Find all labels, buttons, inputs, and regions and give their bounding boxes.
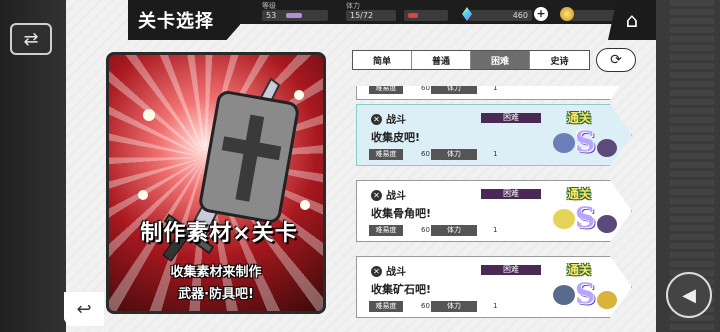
banner-subtitle-1: 收集素材来制作 bbox=[170, 265, 262, 280]
stamina-value: 15/72 bbox=[346, 10, 396, 21]
stamina-tag: 体力 bbox=[431, 301, 477, 312]
top-status-bar: 等级 53 体力 15/72 460 + 368,941 bbox=[240, 0, 656, 24]
crossed-swords-icon: ✕ bbox=[371, 190, 382, 201]
stage-name: 收集骨角吧! bbox=[371, 207, 432, 220]
plus-icon[interactable]: + bbox=[534, 7, 548, 21]
stamina-tag: 体力 bbox=[431, 149, 477, 160]
stage-type: 战斗 bbox=[386, 115, 406, 126]
stamina-tag: 体力 bbox=[431, 225, 477, 236]
loot-icon bbox=[597, 139, 617, 157]
stage-name: 收集矿石吧! bbox=[371, 283, 432, 296]
tab-normal[interactable]: 普通 bbox=[412, 51, 471, 69]
exp-stat bbox=[404, 1, 450, 23]
loot-icon bbox=[553, 285, 575, 305]
gem-value: 460 bbox=[468, 10, 532, 21]
difficulty-tag: 难易度 bbox=[369, 225, 403, 236]
stage-difficulty-badge: 困难 bbox=[481, 113, 541, 123]
level-exp-bar bbox=[286, 13, 302, 18]
stage-list: 难易度 60 体力 1 ✕ 战斗 困难 收集皮吧! 难易度 60 体力 1 通关… bbox=[350, 86, 636, 326]
list-item[interactable]: ✕ 战斗 困难 收集骨角吧! 难易度 60 体力 1 通关 S bbox=[356, 180, 632, 242]
loot-icon bbox=[553, 133, 575, 153]
page-title: 关卡选择 bbox=[128, 0, 240, 40]
difficulty-tag: 难易度 bbox=[369, 301, 403, 312]
stage-name: 收集皮吧! bbox=[371, 131, 421, 144]
stage-type: 战斗 bbox=[386, 191, 406, 202]
loot-icon bbox=[597, 291, 617, 309]
tab-epic[interactable]: 史诗 bbox=[530, 51, 589, 69]
stage-meta: 难易度 60 体力 1 bbox=[369, 86, 539, 94]
difficulty-number: 60 bbox=[421, 226, 430, 234]
difficulty-number: 60 bbox=[421, 302, 430, 310]
difficulty-tag: 难易度 bbox=[369, 86, 403, 94]
loot-icon bbox=[597, 215, 617, 233]
loot-icon bbox=[553, 209, 575, 229]
clear-label: 通关 bbox=[567, 111, 592, 125]
banner-title: 制作素材×关卡 bbox=[140, 221, 298, 246]
rank-badge: S bbox=[575, 125, 596, 158]
exp-bar-fill bbox=[408, 13, 418, 18]
speaker-icon[interactable]: ◀ bbox=[666, 272, 712, 318]
tab-easy[interactable]: 简单 bbox=[353, 51, 412, 69]
stage-banner: 制作素材×关卡 收集素材来制作 武器·防具吧! bbox=[106, 52, 326, 314]
main-panel: 关卡选择 等级 53 体力 15/72 460 + 368,941 ⌂ bbox=[66, 0, 656, 332]
stage-meta: 难易度 60 体力 1 bbox=[369, 149, 539, 160]
stage-difficulty-badge: 困难 bbox=[481, 265, 541, 275]
stamina-number: 1 bbox=[493, 302, 498, 310]
stage-type: 战斗 bbox=[386, 267, 406, 278]
difficulty-tabs: 简单 普通 困难 史诗 bbox=[352, 50, 590, 70]
gold-coin-icon bbox=[560, 7, 574, 21]
swap-arrows-icon[interactable]: ⇄ bbox=[10, 23, 52, 55]
crossed-swords-icon: ✕ bbox=[371, 266, 382, 277]
tab-hard[interactable]: 困难 bbox=[471, 51, 530, 69]
stamina-tag: 体力 bbox=[431, 86, 477, 94]
banner-subtitle-2: 武器·防具吧! bbox=[178, 287, 254, 302]
rank-badge: S bbox=[575, 201, 596, 234]
refresh-icon[interactable]: ⟳ bbox=[596, 48, 636, 72]
stamina-number: 1 bbox=[493, 86, 498, 92]
difficulty-tag: 难易度 bbox=[369, 149, 403, 160]
crossed-swords-icon: ✕ bbox=[371, 114, 382, 125]
level-stat: 等级 53 bbox=[262, 1, 330, 23]
list-item[interactable]: 难易度 60 体力 1 bbox=[356, 86, 632, 100]
difficulty-number: 60 bbox=[421, 150, 430, 158]
clear-label: 通关 bbox=[567, 263, 592, 277]
list-item[interactable]: ✕ 战斗 困难 收集皮吧! 难易度 60 体力 1 通关 S bbox=[356, 104, 632, 166]
level-number: 53 bbox=[266, 11, 277, 20]
back-arrow-icon[interactable]: ↩ bbox=[64, 292, 104, 326]
list-item[interactable]: ✕ 战斗 困难 收集矿石吧! 难易度 60 体力 1 通关 S bbox=[356, 256, 632, 318]
rank-badge: S bbox=[575, 277, 596, 310]
difficulty-number: 60 bbox=[421, 86, 430, 92]
stage-meta: 难易度 60 体力 1 bbox=[369, 225, 539, 236]
clear-label: 通关 bbox=[567, 187, 592, 201]
gem-stat: 460 + bbox=[462, 1, 548, 23]
stamina-number: 1 bbox=[493, 150, 498, 158]
stamina-number: 1 bbox=[493, 226, 498, 234]
stage-difficulty-badge: 困难 bbox=[481, 189, 541, 199]
stage-meta: 难易度 60 体力 1 bbox=[369, 301, 539, 312]
